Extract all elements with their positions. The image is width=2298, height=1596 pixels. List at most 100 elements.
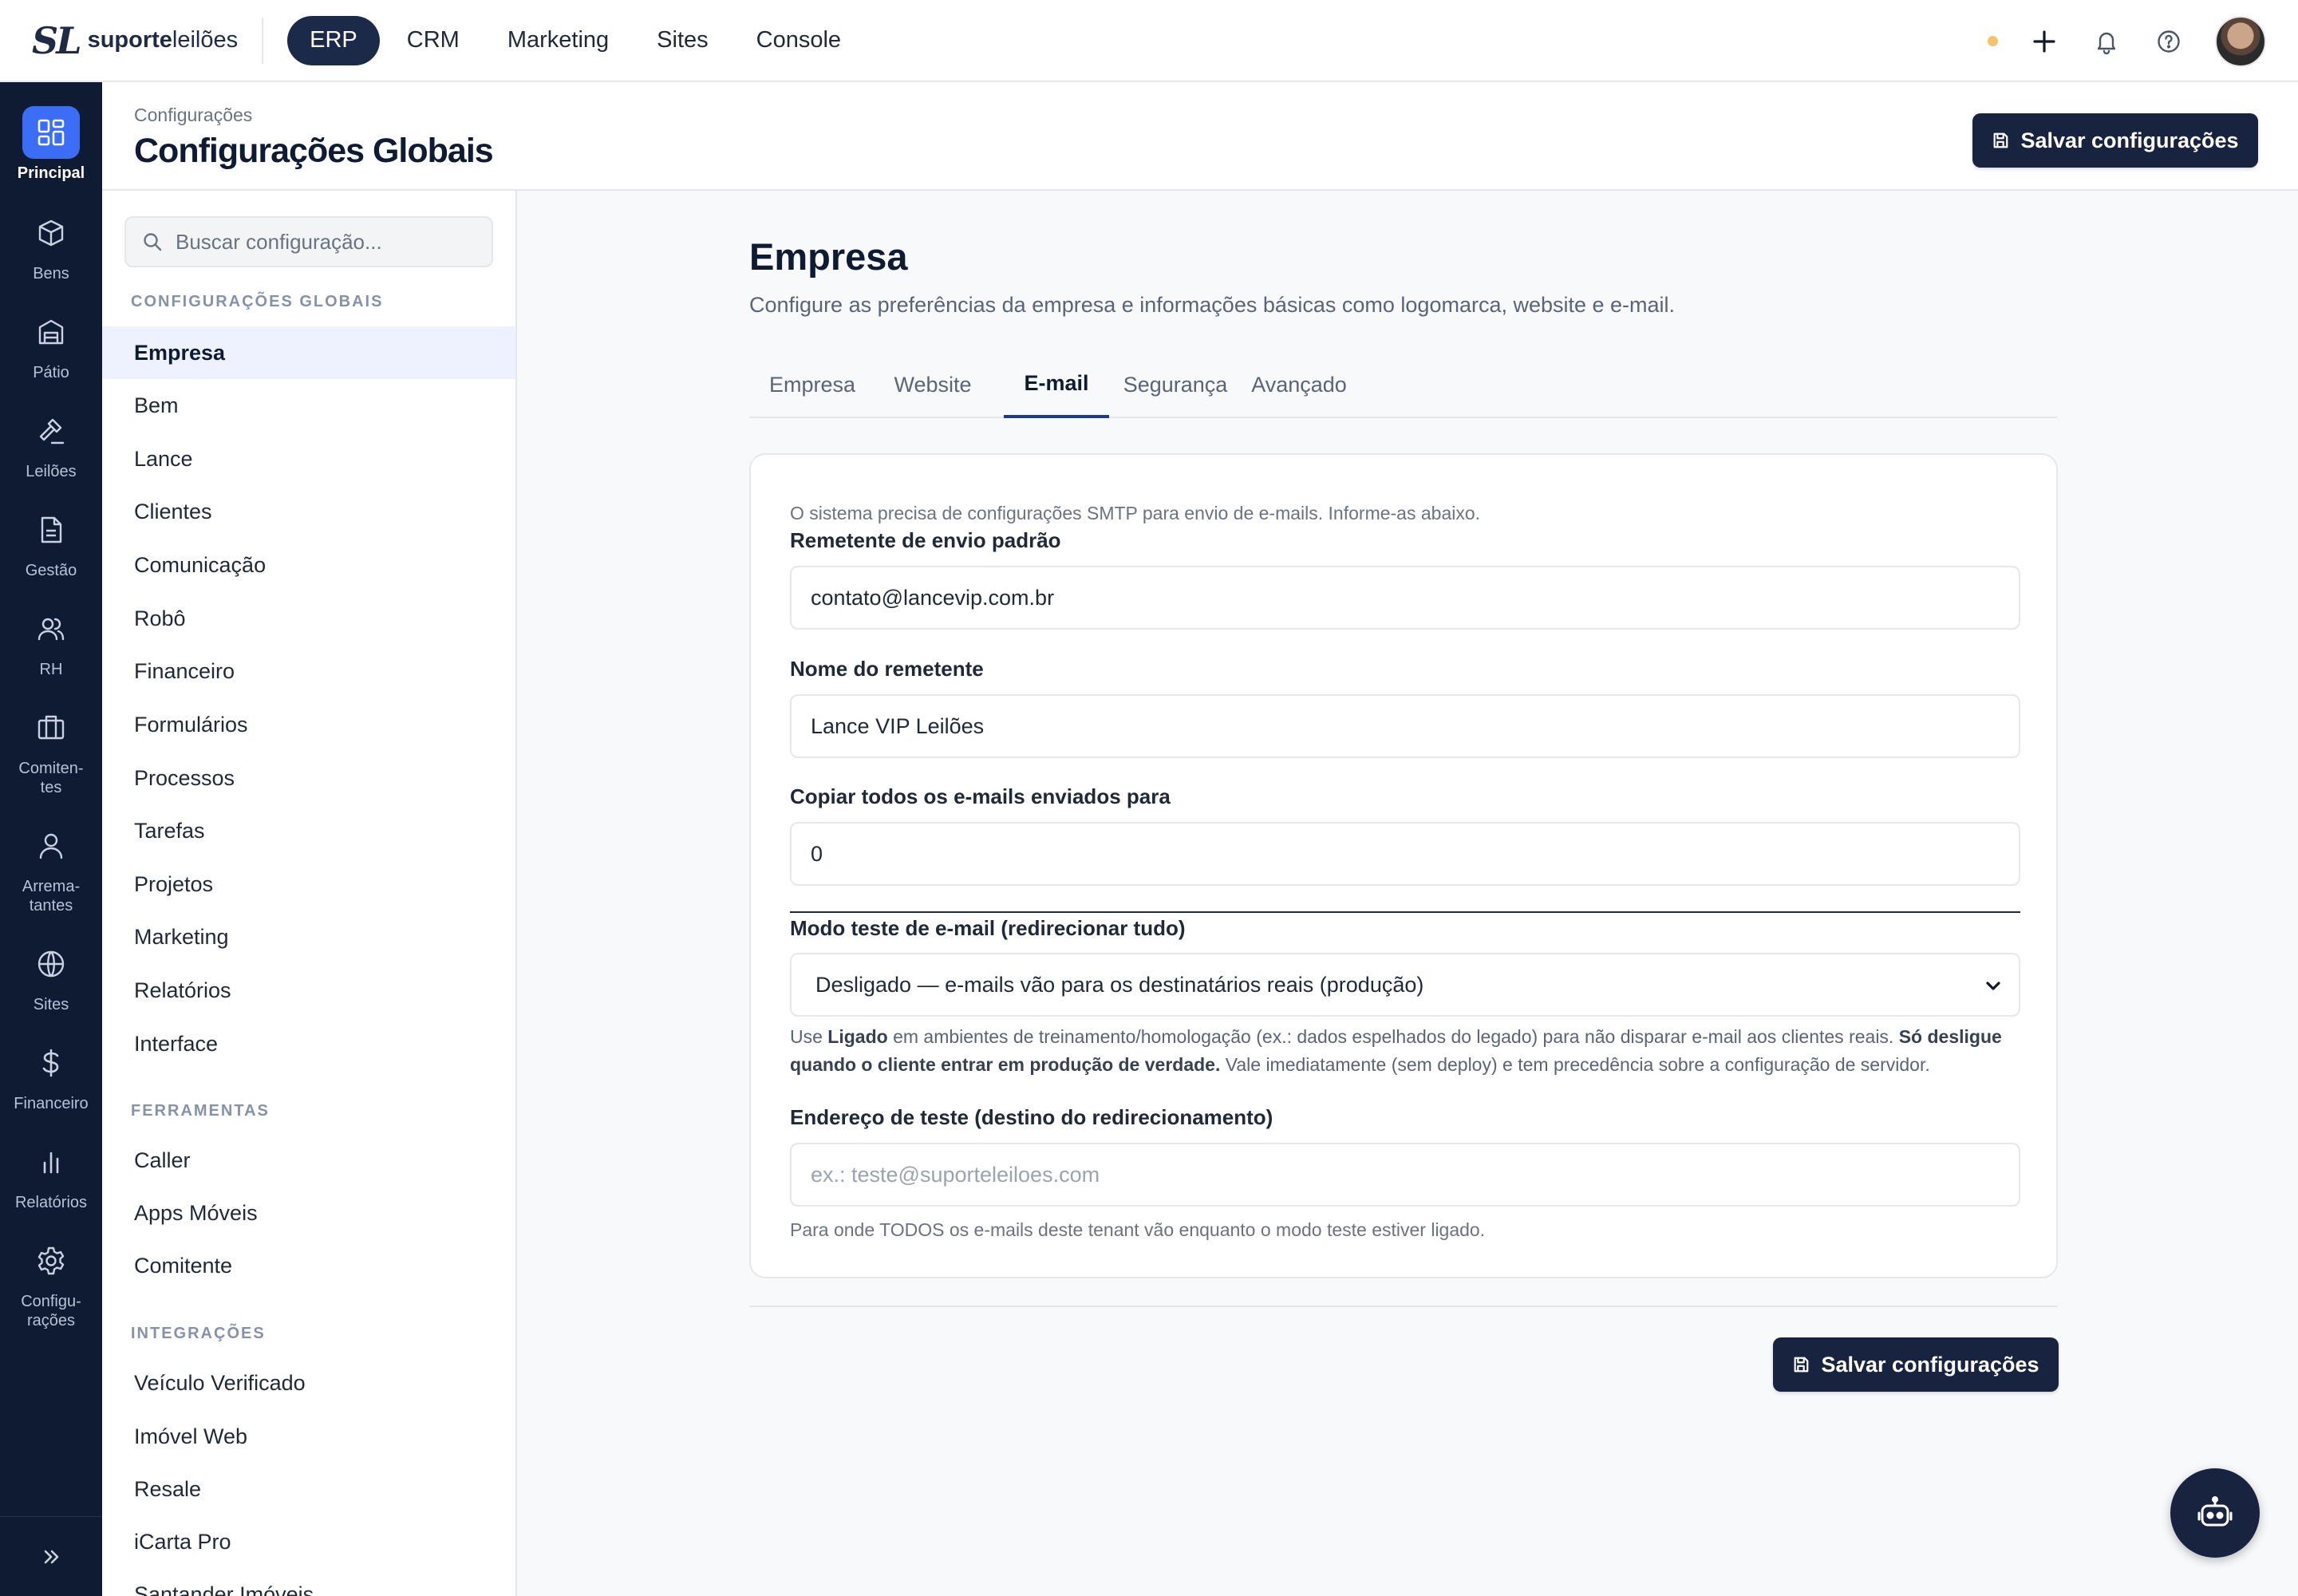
rail-item-principal[interactable]: Principal [0, 106, 102, 183]
tabs: Empresa Website E-mail Segurança Avançad… [749, 351, 2058, 418]
rail-item-patio[interactable]: Pátio [0, 306, 102, 382]
rail-label: Comiten- tes [18, 760, 84, 796]
sidebar-item-formularios[interactable]: Formulários [102, 698, 515, 751]
tab-avancado[interactable]: Avançado [1239, 351, 1359, 418]
sidebar-item-bem[interactable]: Bem [102, 379, 515, 432]
search-input[interactable]: Buscar configuração... [124, 216, 493, 267]
tab-website[interactable]: Website [875, 351, 990, 418]
assistant-bot-button[interactable] [2170, 1468, 2260, 1558]
sidebar-item-apps-moveis[interactable]: Apps Móveis [102, 1187, 515, 1239]
bar-chart-icon [22, 1136, 80, 1188]
globe-icon [22, 938, 80, 990]
rail-item-gestao[interactable]: Gestão [0, 504, 102, 580]
rail-item-financeiro[interactable]: Financeiro [0, 1037, 102, 1113]
status-dot [1988, 36, 1998, 46]
sidebar-item-financeiro[interactable]: Financeiro [102, 645, 515, 697]
robot-icon [2197, 1496, 2233, 1527]
sidebar-item-empresa[interactable]: Empresa [102, 326, 515, 379]
rail-label: Configu- rações [21, 1293, 81, 1329]
save-button-bottom[interactable]: Salvar configurações [1773, 1337, 2059, 1392]
expand-rail-button[interactable] [0, 1516, 102, 1596]
sidebar-group-title: CONFIGURAÇÕES GLOBAIS [131, 293, 384, 310]
rail-label: Sites [33, 996, 69, 1013]
rail-item-arrematantes[interactable]: Arrema- tantes [0, 820, 102, 915]
sidebar-item-imovel-web[interactable]: Imóvel Web [102, 1410, 515, 1463]
search-placeholder: Buscar configuração... [176, 229, 382, 254]
sidebar-item-veiculo-verificado[interactable]: Veículo Verificado [102, 1357, 515, 1409]
topnav-erp[interactable]: ERP [287, 15, 380, 65]
sidebar-item-comitente[interactable]: Comitente [102, 1239, 515, 1292]
rail-item-bens[interactable]: Bens [0, 207, 102, 283]
sidebar-item-processos[interactable]: Processos [102, 752, 515, 804]
sidebar-item-relatorios[interactable]: Relatórios [102, 964, 515, 1017]
divider [262, 17, 264, 64]
rail-item-rh[interactable]: RH [0, 602, 102, 679]
gear-icon [22, 1235, 80, 1287]
left-rail: Principal Bens Pátio Leilões Gestão RH C… [0, 82, 102, 1596]
page-title: Configurações Globais [134, 132, 494, 170]
rail-label: Relatórios [14, 1194, 88, 1211]
sidebar-item-projetos[interactable]: Projetos [102, 858, 515, 911]
top-actions [1988, 0, 2266, 82]
chevrons-right-icon [44, 1550, 59, 1563]
rail-item-relatorios[interactable]: Relatórios [0, 1136, 102, 1212]
help-icon[interactable] [2153, 26, 2185, 57]
test-address-field[interactable]: ex.: teste@suporteleiloes.com [790, 1143, 2020, 1207]
sender-name-label: Nome do remetente [790, 657, 984, 681]
sidebar-item-robo[interactable]: Robô [102, 592, 515, 645]
document-icon [22, 504, 80, 556]
sidebar-item-tarefas[interactable]: Tarefas [102, 804, 515, 857]
sender-email-field[interactable]: contato@lancevip.com.br [790, 566, 2020, 630]
sidebar-item-comunicacao[interactable]: Comunicação [102, 539, 515, 591]
top-bar: SL suporteleilões ERP CRM Marketing Site… [0, 0, 2298, 82]
test-mode-selected-value: Desligado — e-mails vão para os destinat… [815, 972, 1424, 997]
email-settings-card: O sistema precisa de configurações SMTP … [749, 453, 2058, 1278]
sidebar-group-title: INTEGRAÇÕES [131, 1325, 266, 1342]
bell-icon[interactable] [2091, 26, 2122, 57]
rail-item-leiloes[interactable]: Leilões [0, 405, 102, 481]
rail-item-comitentes[interactable]: Comiten- tes [0, 701, 102, 797]
topnav-sites[interactable]: Sites [633, 16, 732, 65]
rail-label: Financeiro [14, 1095, 89, 1112]
tab-seguranca[interactable]: Segurança [1111, 351, 1239, 418]
sidebar-item-resale[interactable]: Resale [102, 1463, 515, 1515]
topnav-crm[interactable]: CRM [383, 16, 484, 65]
top-nav: ERP CRM Marketing Sites Console [287, 15, 865, 65]
dollar-icon [22, 1037, 80, 1089]
box-icon [22, 207, 80, 259]
rail-item-configuracoes[interactable]: Configu- rações [0, 1235, 102, 1330]
sidebar-item-lance[interactable]: Lance [102, 433, 515, 485]
breadcrumb[interactable]: Configurações [134, 105, 252, 126]
rail-item-sites[interactable]: Sites [0, 938, 102, 1014]
search-icon [142, 231, 163, 252]
copy-emails-label: Copiar todos os e-mails enviados para [790, 784, 1171, 808]
save-button-top[interactable]: Salvar configurações [1972, 113, 2258, 168]
topnav-console[interactable]: Console [732, 16, 865, 65]
copy-emails-field[interactable]: 0 [790, 822, 2020, 886]
warehouse-icon [22, 306, 80, 358]
test-mode-select[interactable]: Desligado — e-mails vão para os destinat… [790, 953, 2020, 1017]
sender-name-field[interactable]: Lance VIP Leilões [790, 694, 2020, 758]
users-icon [22, 602, 80, 655]
sidebar-item-clientes[interactable]: Clientes [102, 485, 515, 538]
sidebar-item-marketing[interactable]: Marketing [102, 911, 515, 963]
brand-logo[interactable]: SL suporteleilões [32, 0, 238, 81]
rail-label: Gestão [25, 562, 77, 579]
tab-email[interactable]: E-mail [1004, 351, 1109, 418]
user-icon [22, 820, 80, 872]
sidebar-item-santander-imoveis[interactable]: Santander Imóveis [102, 1568, 515, 1596]
tab-empresa[interactable]: Empresa [749, 351, 875, 418]
topnav-marketing[interactable]: Marketing [484, 16, 633, 65]
sidebar-item-interface[interactable]: Interface [102, 1017, 515, 1070]
save-button-label: Salvar configurações [2020, 128, 2239, 152]
brand-name: suporteleilões [87, 27, 239, 53]
divider [749, 1306, 2058, 1307]
briefcase-icon [22, 701, 80, 754]
sidebar-group-title: FERRAMENTAS [131, 1102, 270, 1120]
sidebar-item-caller[interactable]: Caller [102, 1134, 515, 1187]
avatar[interactable] [2215, 15, 2266, 67]
rail-label: Arrema- tantes [22, 878, 81, 915]
save-icon [1994, 132, 2008, 148]
plus-icon[interactable] [2028, 26, 2060, 57]
sidebar-item-icarta-pro[interactable]: iCarta Pro [102, 1515, 515, 1568]
